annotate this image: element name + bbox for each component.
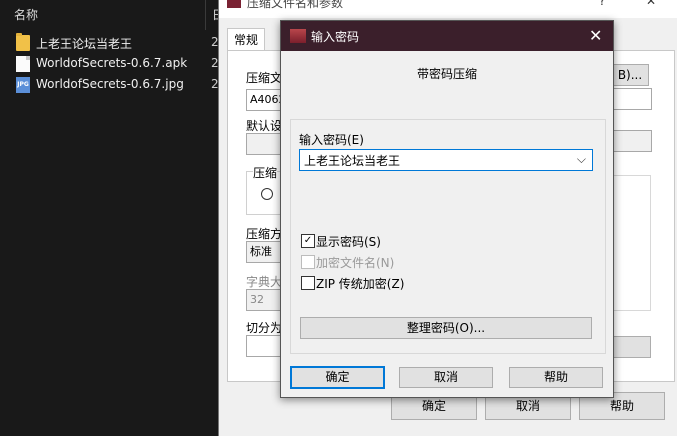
default-settings-label: 默认设 [246,119,283,133]
zip-legacy-encryption-checkbox[interactable] [301,276,315,290]
winrar-icon [227,0,241,8]
compress-method-label: 压缩方 [246,227,283,241]
archive-dialog-title: 压缩文件名和参数 [247,0,344,10]
archive-name-dropdown-arrow[interactable] [611,88,652,110]
password-dialog-subtitle: 带密码压缩 [416,67,477,81]
organize-passwords-button[interactable]: 整理密码(O)... [300,317,592,339]
column-header: 名称 日 [0,0,224,30]
column-divider[interactable] [205,0,206,30]
browse-button[interactable]: B)... [611,64,649,86]
name-column-header[interactable]: 名称 [14,6,38,23]
dictionary-size-label: 字典大 [246,275,283,289]
password-value: 上老王论坛当老王 [304,154,401,168]
archive-name-label: 压缩文 [246,71,283,85]
show-password-label[interactable]: 显示密码(S) [316,233,381,250]
split-volume-label: 切分为 [246,321,283,335]
help-question-icon[interactable]: ? [599,0,605,8]
set-password-button[interactable] [613,336,651,358]
encrypt-filenames-checkbox[interactable] [301,255,315,269]
file-row[interactable]: 上老王论坛当老王 2 [0,33,222,53]
show-password-checkbox[interactable]: ✓ [301,234,315,248]
password-help-button[interactable]: 帮助 [509,367,603,388]
password-ok-button[interactable]: 确定 [290,366,385,389]
compress-format-label: 压缩 [253,164,278,181]
password-cancel-button[interactable]: 取消 [399,367,493,388]
encrypt-filenames-label[interactable]: 加密文件名(N) [316,254,394,271]
document-icon [16,56,30,72]
password-input-label: 输入密码(E) [299,133,364,147]
file-explorer-pane: 名称 日 上老王论坛当老王 2 WorldofSecrets-0.6.7.apk… [0,0,224,436]
close-icon[interactable]: ✕ [646,0,656,8]
folder-icon [16,33,30,51]
file-row[interactable]: JPG WorldofSecrets-0.6.7.jpg 2 [0,75,222,95]
file-name: WorldofSecrets-0.6.7.apk [36,56,188,70]
chevron-down-icon[interactable]: ⌵ [577,152,586,167]
password-dialog-title: 输入密码 [311,30,360,44]
file-name: WorldofSecrets-0.6.7.jpg [36,77,184,91]
close-icon[interactable]: ✕ [589,26,602,45]
zip-legacy-encryption-label[interactable]: ZIP 传统加密(Z) [316,275,404,292]
password-dialog-titlebar[interactable]: 输入密码 ✕ [281,21,613,51]
profile-dropdown-arrow[interactable] [611,130,652,152]
file-row[interactable]: WorldofSecrets-0.6.7.apk 2 [0,54,222,74]
format-radio[interactable] [261,188,273,200]
jpg-image-icon: JPG [16,77,30,93]
archive-dialog-titlebar: 压缩文件名和参数 ? ✕ [219,0,677,18]
tab-general[interactable]: 常规 [227,28,266,50]
enter-password-dialog: 输入密码 ✕ 带密码压缩 输入密码(E) 上老王论坛当老王 ⌵ ✓ 显示密码(S… [280,20,614,398]
file-name: 上老王论坛当老王 [36,37,133,51]
winrar-icon [290,29,306,43]
password-input[interactable]: 上老王论坛当老王 ⌵ [299,149,593,171]
